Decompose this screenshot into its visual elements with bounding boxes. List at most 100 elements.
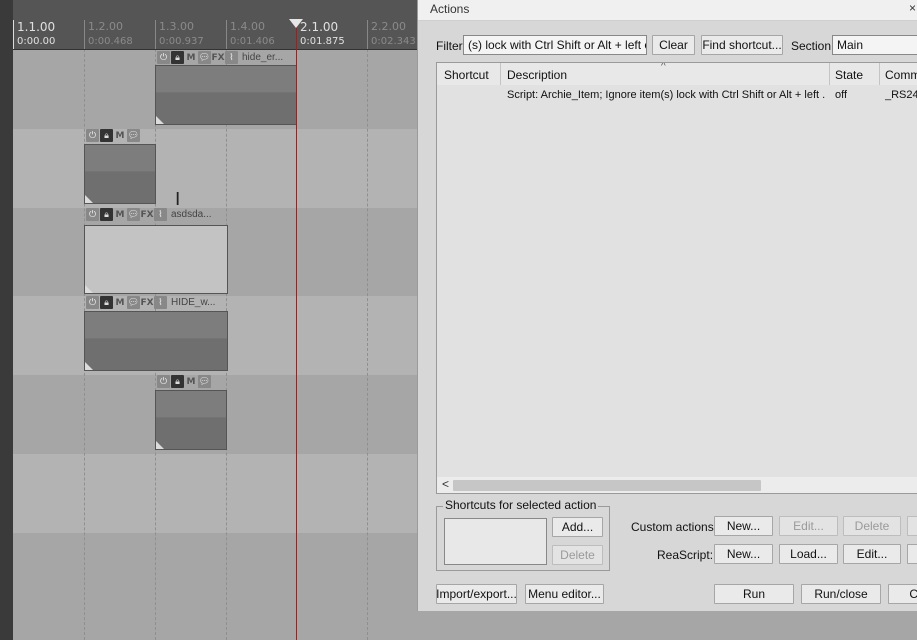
clear-button[interactable]: Clear bbox=[652, 35, 695, 55]
ruler-measure: 1.2.00 bbox=[88, 20, 123, 33]
shortcuts-group: Shortcuts for selected action Add... Del… bbox=[436, 498, 610, 571]
action-list[interactable]: Shortcut Description ^ State Comma Scrip… bbox=[436, 62, 917, 494]
playhead-marker-icon[interactable] bbox=[289, 19, 303, 28]
lock-icon[interactable]: 🔒︎ bbox=[171, 51, 184, 64]
column-header-shortcut[interactable]: Shortcut bbox=[444, 68, 489, 82]
section-label: Section: bbox=[791, 39, 835, 53]
close-button[interactable]: C bbox=[888, 584, 917, 604]
column-header-command[interactable]: Comma bbox=[885, 68, 917, 82]
ruler-time: 0:02.343 bbox=[371, 36, 416, 47]
item-name: hide_er... bbox=[242, 52, 284, 63]
mute-button[interactable]: M bbox=[185, 375, 197, 388]
column-header-description[interactable]: Description bbox=[507, 68, 567, 82]
playhead-line[interactable] bbox=[296, 20, 297, 640]
ruler-time: 0:00.937 bbox=[159, 36, 204, 47]
speech-bubble-icon[interactable]: 💬︎ bbox=[127, 296, 140, 309]
shortcut-list[interactable] bbox=[444, 518, 547, 565]
custom-extra-button[interactable] bbox=[907, 516, 917, 536]
media-item[interactable] bbox=[84, 144, 156, 204]
envelope-icon[interactable]: ⌇ bbox=[154, 296, 167, 309]
fade-handle[interactable] bbox=[85, 285, 93, 293]
reascript-label: ReaScript: bbox=[657, 548, 714, 562]
reascript-edit-button[interactable]: Edit... bbox=[843, 544, 901, 564]
fade-handle[interactable] bbox=[156, 116, 164, 124]
horizontal-scrollbar[interactable]: < bbox=[437, 477, 917, 493]
media-item-header[interactable]: ⏻ 🔒︎ M 💬︎ FX ⌇ hide_er... bbox=[157, 50, 296, 65]
lock-icon[interactable]: 🔒︎ bbox=[100, 296, 113, 309]
media-item[interactable] bbox=[84, 311, 228, 371]
fx-button[interactable]: FX bbox=[140, 208, 153, 221]
custom-actions-label: Custom actions: bbox=[631, 520, 718, 534]
fade-handle[interactable] bbox=[156, 441, 164, 449]
column-header-state[interactable]: State bbox=[835, 68, 863, 82]
power-icon[interactable]: ⏻ bbox=[86, 208, 99, 221]
find-shortcut-button[interactable]: Find shortcut... bbox=[701, 35, 783, 55]
shortcuts-group-title: Shortcuts for selected action bbox=[443, 498, 599, 512]
delete-shortcut-button[interactable]: Delete bbox=[552, 545, 603, 565]
window-title: Actions bbox=[430, 2, 470, 16]
media-item-header[interactable]: ⏻ 🔒︎ M 💬︎ FX ⌇ HIDE_w... bbox=[86, 295, 227, 310]
ruler-time: 0:00.00 bbox=[17, 36, 56, 47]
row-description: Script: Archie_Item; Ignore item(s) lock… bbox=[507, 89, 825, 101]
power-icon[interactable]: ⏻ bbox=[86, 129, 99, 142]
reascript-new-button[interactable]: New... bbox=[714, 544, 773, 564]
power-icon[interactable]: ⏻ bbox=[157, 375, 170, 388]
close-icon[interactable]: × bbox=[909, 1, 916, 15]
text-cursor-icon: I bbox=[175, 189, 181, 210]
ruler-time: 0:00.468 bbox=[88, 36, 133, 47]
media-item-header[interactable]: ⏻ 🔒︎ M 💬︎ bbox=[86, 128, 155, 143]
run-button[interactable]: Run bbox=[714, 584, 794, 604]
power-icon[interactable]: ⏻ bbox=[157, 51, 170, 64]
scroll-left-arrow-icon[interactable]: < bbox=[442, 477, 449, 491]
power-icon[interactable]: ⏻ bbox=[86, 296, 99, 309]
row-command: _RS24 bbox=[885, 89, 917, 101]
media-item-header[interactable]: ⏻ 🔒︎ M 💬︎ bbox=[157, 374, 227, 389]
fx-button[interactable]: FX bbox=[211, 51, 224, 64]
custom-edit-button[interactable]: Edit... bbox=[779, 516, 838, 536]
lock-icon[interactable]: 🔒︎ bbox=[100, 208, 113, 221]
scrollbar-thumb[interactable] bbox=[453, 480, 761, 491]
reascript-extra-button[interactable] bbox=[907, 544, 917, 564]
column-divider[interactable] bbox=[879, 63, 880, 85]
speech-bubble-icon[interactable]: 💬︎ bbox=[198, 51, 211, 64]
window-titlebar[interactable]: Actions × bbox=[418, 0, 917, 21]
speech-bubble-icon[interactable]: 💬︎ bbox=[127, 208, 140, 221]
ruler-measure: 1.4.00 bbox=[230, 20, 265, 33]
media-item[interactable] bbox=[155, 65, 297, 125]
ruler-measure: 2.1.00 bbox=[300, 20, 339, 34]
list-header: Shortcut Description ^ State Comma bbox=[437, 63, 917, 85]
add-shortcut-button[interactable]: Add... bbox=[552, 517, 603, 537]
custom-new-button[interactable]: New... bbox=[714, 516, 773, 536]
fx-button[interactable]: FX bbox=[140, 296, 153, 309]
lock-icon[interactable]: 🔒︎ bbox=[100, 129, 113, 142]
filter-label: Filter: bbox=[436, 39, 466, 53]
fade-handle[interactable] bbox=[85, 195, 93, 203]
envelope-icon[interactable]: ⌇ bbox=[154, 208, 167, 221]
envelope-icon[interactable]: ⌇ bbox=[225, 51, 238, 64]
filter-input[interactable]: (s) lock with Ctrl Shift or Alt + left c… bbox=[463, 35, 647, 55]
custom-delete-button[interactable]: Delete bbox=[843, 516, 901, 536]
mute-button[interactable]: M bbox=[185, 51, 197, 64]
run-close-button[interactable]: Run/close bbox=[801, 584, 881, 604]
actions-window[interactable]: Actions × Filter: (s) lock with Ctrl Shi… bbox=[417, 0, 917, 611]
row-state: off bbox=[835, 89, 848, 101]
import-export-button[interactable]: Import/export... bbox=[436, 584, 517, 604]
mute-button[interactable]: M bbox=[114, 129, 126, 142]
section-select[interactable]: Main bbox=[832, 35, 917, 55]
sort-ascending-icon: ^ bbox=[661, 62, 666, 72]
column-divider[interactable] bbox=[829, 63, 830, 85]
mute-button[interactable]: M bbox=[114, 296, 126, 309]
column-divider[interactable] bbox=[500, 63, 501, 85]
lock-icon[interactable]: 🔒︎ bbox=[171, 375, 184, 388]
menu-editor-button[interactable]: Menu editor... bbox=[525, 584, 604, 604]
mute-button[interactable]: M bbox=[114, 208, 126, 221]
media-item[interactable] bbox=[84, 225, 228, 294]
speech-bubble-icon[interactable]: 💬︎ bbox=[127, 129, 140, 142]
ruler-measure: 1.1.00 bbox=[17, 20, 56, 34]
reascript-load-button[interactable]: Load... bbox=[779, 544, 838, 564]
fade-handle[interactable] bbox=[85, 362, 93, 370]
table-row[interactable]: Script: Archie_Item; Ignore item(s) lock… bbox=[437, 87, 917, 105]
speech-bubble-icon[interactable]: 💬︎ bbox=[198, 375, 211, 388]
media-item-header[interactable]: ⏻ 🔒︎ M 💬︎ FX ⌇ asdsda... bbox=[86, 207, 227, 222]
media-item[interactable] bbox=[155, 390, 227, 450]
